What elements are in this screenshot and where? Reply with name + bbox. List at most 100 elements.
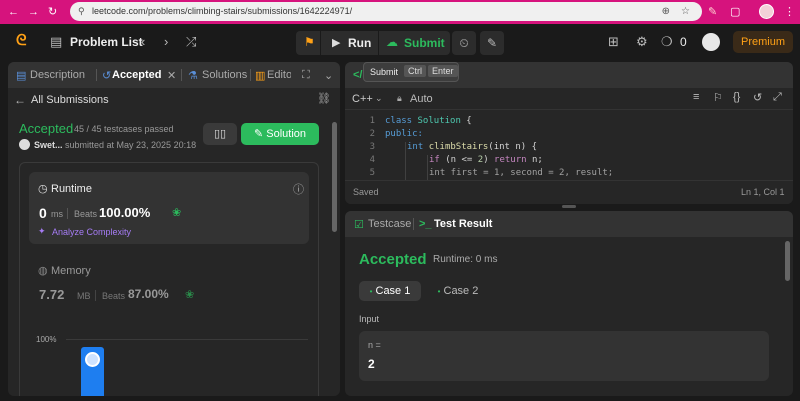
streak-count: 0 [680,35,687,49]
clock-icon: ◷ [38,183,48,195]
notes-icon[interactable]: ✎ [480,31,504,55]
memory-beats-value: 87.00% [128,287,169,301]
timer-icon[interactable]: ⏲ [452,31,476,55]
forward-icon[interactable]: → [28,4,39,20]
solution-button[interactable]: ✎ Solution [241,123,319,145]
braces-icon[interactable]: {} [733,91,740,103]
code-area[interactable]: 1 2 3 4 5 class Solution { public: int c… [345,114,793,180]
prev-problem-icon[interactable]: ‹ [141,34,145,50]
left-scrollbar[interactable] [332,122,337,232]
checkbox-icon: ☑ [354,219,364,231]
user-avatar[interactable] [702,33,720,51]
runtime-unit: ms [51,209,63,219]
code-line-1: class Solution { [385,116,472,126]
language-select[interactable]: C++ [352,93,373,105]
code-line-4: if (n <= 2) return n; [429,155,543,165]
close-tab-icon[interactable]: ✕ [167,69,176,82]
line-number: 2 [369,129,375,139]
link-icon[interactable]: ⛓ [317,92,331,105]
streak-fire-icon[interactable]: ❍ [661,34,673,50]
case-pass-dot-icon: • [437,287,441,296]
result-scrollbar[interactable] [785,241,790,281]
submit-cloud-icon: ☁ [386,35,398,49]
chart-bar-your-runtime[interactable] [81,347,104,396]
code-editor-panel: </> Submit Ctrl Enter C++ ⌄ 🔒︎ Auto ≡ ⚐ … [345,62,793,204]
tooltip-submit: Submit [370,67,399,77]
url-text: leetcode.com/problems/climbing-stairs/su… [92,6,353,16]
auto-mode[interactable]: Auto [410,93,433,105]
bookmark-icon[interactable]: ⚐ [713,91,723,104]
book-icon: ▯▯ [213,128,227,140]
tab-test-result[interactable]: Test Result [434,218,492,230]
tab-accepted[interactable]: Accepted [112,69,162,81]
memory-chip-icon: ◍ [38,265,48,277]
settings-gear-icon[interactable]: ⚙ [636,34,648,50]
case-1-label: Case 1 [375,285,411,297]
tooltip-enter-key: Enter [428,65,458,77]
solutions-flask-icon: ⚗ [188,70,198,82]
case-1-tab[interactable]: • Case 1 [359,281,421,301]
input-value-box: n = 2 [359,331,769,381]
shuffle-icon[interactable]: ⤮ [186,34,196,50]
reload-icon[interactable]: ↻ [48,4,57,20]
next-problem-icon[interactable]: › [164,34,168,50]
leetcode-logo-icon[interactable]: ᘓ [16,33,27,49]
cursor-position: Ln 1, Col 1 [741,187,785,197]
memory-card[interactable]: ◍ Memory 7.72 MB Beats 87.00% ❀ [29,255,309,305]
solution-button-label: Solution [266,128,307,140]
address-bar[interactable]: ⚲ leetcode.com/problems/climbing-stairs/… [70,2,702,21]
runtime-beats-label: Beats [74,209,98,219]
case-pass-dot-icon: • [369,287,373,296]
tab-solutions[interactable]: Solutions [202,69,247,81]
performance-card: ◷ Runtime ⓘ 0 ms Beats 100.00% ❀ ✦ Analy… [19,162,319,396]
submit-button[interactable]: Submit [404,36,445,50]
lock-icon: 🔒︎ [397,93,402,103]
analyze-complexity-link[interactable]: Analyze Complexity [52,227,131,237]
zoom-icon[interactable]: ⊕ [662,2,670,21]
panel-menu-icon[interactable]: ⌄ [324,69,333,82]
layout-grid-icon[interactable]: ⊞ [608,34,619,50]
back-arrow-icon[interactable]: ← [14,93,26,107]
code-line-2: public: [385,129,423,139]
sparkle-icon: ✦ [38,226,46,236]
tab-editorial[interactable]: Edito [267,69,291,81]
info-icon[interactable]: ⓘ [293,181,304,197]
notebook-button[interactable]: ▯▯ [203,123,237,145]
result-panel-tabs: ☑ Testcase >_ Test Result [345,211,793,237]
tab-description[interactable]: Description [30,69,85,81]
reset-icon[interactable]: ↺ [753,91,762,104]
panel-resize-handle[interactable] [562,205,576,208]
user-avatar-small [19,139,30,150]
case-2-tab[interactable]: • Case 2 [429,281,487,301]
browser-menu-icon[interactable]: ⋮ [784,4,795,20]
submitter-name[interactable]: Swet... [34,140,63,150]
editor-status-bar: Saved Ln 1, Col 1 [345,180,793,204]
tab-testcase[interactable]: Testcase [368,218,411,230]
submission-panel: ▤ Description ↺ Accepted ✕ ⚗ Solutions ▥… [8,62,340,396]
input-var-name: n = [368,340,381,350]
cheer-icon-dim: ❀ [185,289,195,301]
runtime-beats-value: 100.00% [99,205,151,220]
format-lines-icon[interactable]: ≡ [693,91,699,103]
bookmark-star-icon[interactable]: ☆ [681,2,690,21]
expand-icon[interactable]: ⛶ [302,69,310,82]
premium-button[interactable]: Premium [733,31,793,53]
problem-list-icon[interactable]: ▤ [50,34,62,50]
result-runtime: Runtime: 0 ms [433,254,498,265]
site-info-icon[interactable]: ⚲ [78,2,85,21]
fullscreen-icon[interactable]: ⤢ [773,91,782,104]
problem-list-link[interactable]: Problem List [70,35,143,49]
all-submissions-link[interactable]: All Submissions [31,94,109,106]
extensions-icon[interactable]: ▢ [730,4,740,20]
line-number: 3 [369,142,375,152]
pen-extension-icon[interactable]: ✎ [708,4,717,20]
runtime-card[interactable]: ◷ Runtime ⓘ 0 ms Beats 100.00% ❀ ✦ Analy… [29,172,309,244]
run-play-icon: ▶ [332,37,341,49]
browser-toolbar: ← → ↻ ⚲ leetcode.com/problems/climbing-s… [0,0,800,24]
editorial-book-icon: ▥ [255,70,266,82]
terminal-icon: >_ [419,218,432,230]
profile-avatar[interactable] [759,4,774,19]
run-button[interactable]: Run [348,36,371,50]
debug-icon[interactable]: ⚑ [304,35,315,49]
back-icon[interactable]: ← [8,4,19,20]
